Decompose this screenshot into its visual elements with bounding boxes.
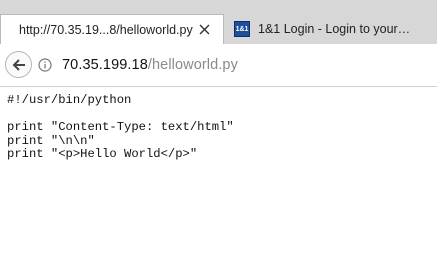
address-bar[interactable]: 70.35.199.18/helloworld.py [34,53,437,77]
url-host: 70.35.199.18 [62,57,148,73]
url-path: /helloworld.py [147,57,238,73]
url-text: 70.35.199.18/helloworld.py [62,57,238,73]
tab-title: http://70.35.19...8/helloworld.py [19,22,193,37]
navigation-toolbar: 70.35.199.18/helloworld.py [0,44,437,87]
tab-helloworld[interactable]: http://70.35.19...8/helloworld.py [0,14,224,44]
info-icon[interactable] [38,58,52,72]
back-button[interactable] [5,51,32,78]
arrow-left-icon [12,58,25,71]
close-icon[interactable] [195,21,213,39]
code-line: #!/usr/bin/python [7,93,132,107]
page-content: #!/usr/bin/python print "Content-Type: t… [7,93,437,162]
tab-strip: http://70.35.19...8/helloworld.py 1&1 1&… [0,0,437,44]
oneandone-logo-icon: 1&1 [234,21,250,37]
code-line: print "Content-Type: text/html" [7,120,234,134]
tab-login[interactable]: 1&1 1&1 Login - Login to your… [224,14,437,44]
tab-title: 1&1 Login - Login to your… [258,22,411,36]
code-line: print "<p>Hello World</p>" [7,147,198,161]
code-line: print "\n\n" [7,133,95,148]
